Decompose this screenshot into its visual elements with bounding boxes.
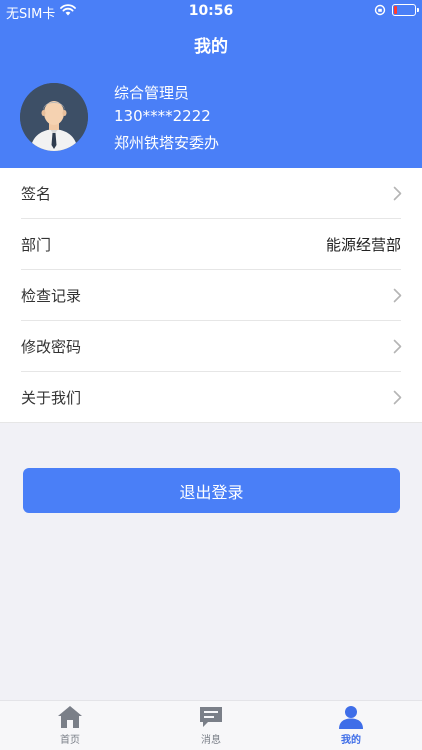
page-title: 我的 xyxy=(194,37,228,57)
orientation-lock-icon xyxy=(374,4,386,16)
tab-home[interactable]: 首页 xyxy=(30,705,110,746)
tab-label: 首页 xyxy=(60,735,80,746)
tab-bar: 首页 消息 我的 xyxy=(0,700,422,750)
logout-button[interactable]: 退出登录 xyxy=(23,468,400,513)
menu-item-label: 修改密码 xyxy=(21,338,82,356)
tab-label: 消息 xyxy=(201,735,221,746)
settings-menu: 签名 部门 能源经营部 检查记录 修改密码 关于我们 xyxy=(0,168,422,423)
menu-item-about-us[interactable]: 关于我们 xyxy=(0,372,422,423)
tab-mine[interactable]: 我的 xyxy=(311,705,391,746)
profile-organization: 郑州铁塔安委办 xyxy=(114,134,220,152)
department-value: 能源经营部 xyxy=(325,236,401,254)
avatar[interactable] xyxy=(20,83,88,151)
message-icon xyxy=(200,707,222,727)
profile-name: 综合管理员 xyxy=(114,84,190,102)
menu-item-label: 检查记录 xyxy=(21,287,82,305)
tab-label: 我的 xyxy=(341,735,361,746)
menu-item-inspection-records[interactable]: 检查记录 xyxy=(0,270,422,321)
tab-messages[interactable]: 消息 xyxy=(171,705,251,746)
home-icon xyxy=(58,706,82,728)
chevron-right-icon xyxy=(393,186,402,201)
menu-item-label: 签名 xyxy=(21,185,52,203)
chevron-right-icon xyxy=(393,288,402,303)
user-icon xyxy=(339,706,363,729)
menu-item-department: 部门 能源经营部 xyxy=(0,219,422,270)
menu-item-label: 关于我们 xyxy=(21,389,82,407)
chevron-right-icon xyxy=(393,339,402,354)
menu-item-label: 部门 xyxy=(21,236,52,254)
status-time: 10:56 xyxy=(188,3,234,19)
menu-item-signature[interactable]: 签名 xyxy=(0,168,422,219)
profile-phone: 130****2222 xyxy=(114,107,211,125)
status-bar: 无SIM卡 10:56 xyxy=(0,0,422,22)
menu-item-change-password[interactable]: 修改密码 xyxy=(0,321,422,372)
battery-icon xyxy=(392,4,419,16)
profile-header: 无SIM卡 10:56 我的 综合管理员 130****2222 郑州铁塔安委办 xyxy=(0,0,422,168)
chevron-right-icon xyxy=(393,390,402,405)
